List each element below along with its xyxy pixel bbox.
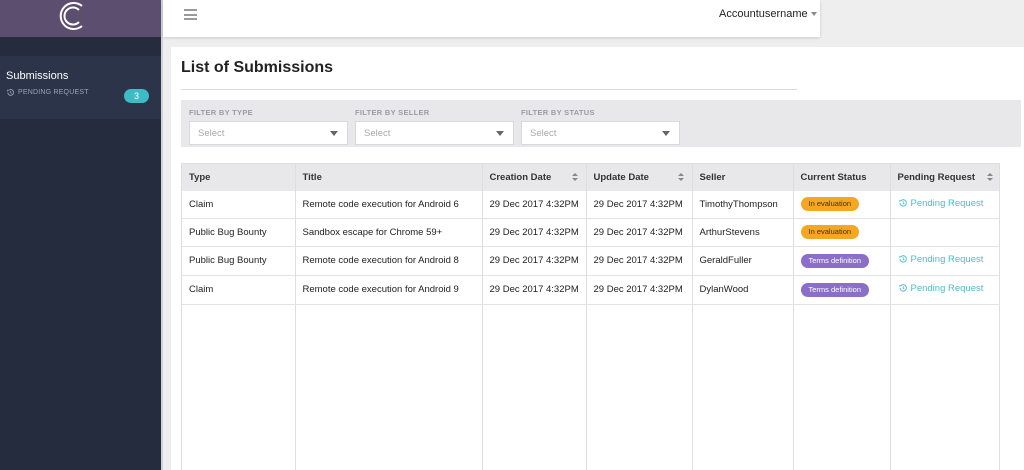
chevron-down-icon [330,131,338,136]
history-icon [898,284,907,292]
history-icon [898,255,907,263]
history-icon [898,199,907,207]
column-header-type: Type [182,164,296,191]
filter-seller-value: Select [364,128,391,139]
cell-status: Terms definition [793,275,891,305]
cell-creation-date: 29 Dec 2017 4:32PM [482,275,587,305]
filter-type-select[interactable]: Select [189,121,348,145]
table-row[interactable]: Public Bug Bounty Remote code execution … [182,246,999,276]
account-menu[interactable]: Accountusername [719,8,817,20]
logo[interactable] [0,0,161,37]
main-panel: List of Submissions FILTER BY TYPE Selec… [171,47,1024,470]
sort-icon[interactable] [677,173,684,183]
cell-title[interactable]: Sandbox escape for Chrome 59+ [295,218,483,247]
column-header-creation-date[interactable]: Creation Date [482,164,587,191]
status-badge: In evaluation [800,225,860,239]
pending-request-link[interactable]: Pending Request [898,282,984,294]
pending-request-link[interactable]: Pending Request [898,197,984,209]
pending-request-label: Pending Request [910,282,984,294]
cell-creation-date: 29 Dec 2017 4:32PM [482,191,587,219]
sidebar-divider [161,0,163,470]
table-row[interactable]: Claim Remote code execution for Android … [182,191,999,219]
cell-pending: Pending Request [890,246,999,276]
title-divider [181,89,797,90]
cell-update-date: 29 Dec 2017 4:32PM [586,191,693,219]
cell-title[interactable]: Remote code execution for Android 8 [295,246,483,276]
pending-request-label: Pending Request [910,253,984,265]
caret-down-icon [810,12,817,16]
status-badge: Terms definition [800,253,870,268]
sort-icon[interactable] [987,173,993,183]
table-header-row: Type Title Creation Date Update Date Sel… [182,164,999,191]
cell-type: Claim [182,191,296,219]
pending-request-label: Pending Request [910,197,984,209]
filter-seller-label: FILTER BY SELLER [355,108,430,117]
history-icon [7,89,14,96]
cell-seller: TimothyThompson [692,191,794,219]
cell-status: In evaluation [793,191,891,219]
filter-status-select[interactable]: Select [521,121,680,145]
filter-type-label: FILTER BY TYPE [189,108,253,117]
column-header-current-status: Current Status [793,164,891,191]
filter-bar: FILTER BY TYPE Select FILTER BY SELLER S… [181,100,1021,147]
sort-icon[interactable] [571,173,578,183]
cell-status: In evaluation [793,218,891,247]
hamburger-icon[interactable] [184,9,197,20]
sidebar-item-submissions[interactable]: Submissions PENDING REQUEST 3 [0,56,161,119]
top-bar: Accountusername [163,0,820,37]
cell-seller: DylanWood [692,275,794,305]
column-header-update-date[interactable]: Update Date [586,164,693,191]
cell-seller: GeraldFuller [692,246,794,276]
table-empty-area [182,304,999,470]
cell-title[interactable]: Remote code execution for Android 6 [295,191,483,219]
cell-type: Claim [182,275,296,305]
cell-status: Terms definition [793,246,891,276]
column-header-seller: Seller [692,164,794,191]
sidebar-item-label: Submissions [6,70,69,82]
cell-seller: ArthurStevens [692,218,794,247]
filter-status-value: Select [530,128,557,139]
column-header-title: Title [295,164,483,191]
cell-pending: Pending Request [890,275,999,305]
cell-update-date: 29 Dec 2017 4:32PM [586,246,693,276]
cell-type: Public Bug Bounty [182,246,296,276]
table-row[interactable]: Public Bug Bounty Sandbox escape for Chr… [182,218,999,247]
table-row[interactable]: Claim Remote code execution for Android … [182,275,999,305]
cell-title[interactable]: Remote code execution for Android 9 [295,275,483,305]
cell-pending [890,218,999,247]
pending-request-link[interactable]: Pending Request [898,253,984,265]
status-badge: In evaluation [800,197,860,212]
cell-creation-date: 29 Dec 2017 4:32PM [482,218,587,247]
sidebar: Submissions PENDING REQUEST 3 [0,0,161,470]
pending-count-badge: 3 [124,89,149,103]
account-name: Accountusername [719,8,808,20]
cell-creation-date: 29 Dec 2017 4:32PM [482,246,587,276]
chevron-down-icon [662,131,670,136]
cell-type: Public Bug Bounty [182,218,296,247]
filter-seller-select[interactable]: Select [355,121,514,145]
sidebar-subitem-label: PENDING REQUEST [18,89,89,96]
status-badge: Terms definition [800,282,870,297]
cell-update-date: 29 Dec 2017 4:32PM [586,275,693,305]
page-title: List of Submissions [181,59,334,76]
submissions-table: Type Title Creation Date Update Date Sel… [181,163,1000,470]
filter-type-value: Select [198,128,225,139]
filter-status-label: FILTER BY STATUS [521,108,595,117]
column-header-pending-request[interactable]: Pending Request [890,164,999,191]
c-logo-icon [59,2,83,30]
cell-update-date: 29 Dec 2017 4:32PM [586,218,693,247]
cell-pending: Pending Request [890,191,999,219]
chevron-down-icon [496,131,504,136]
